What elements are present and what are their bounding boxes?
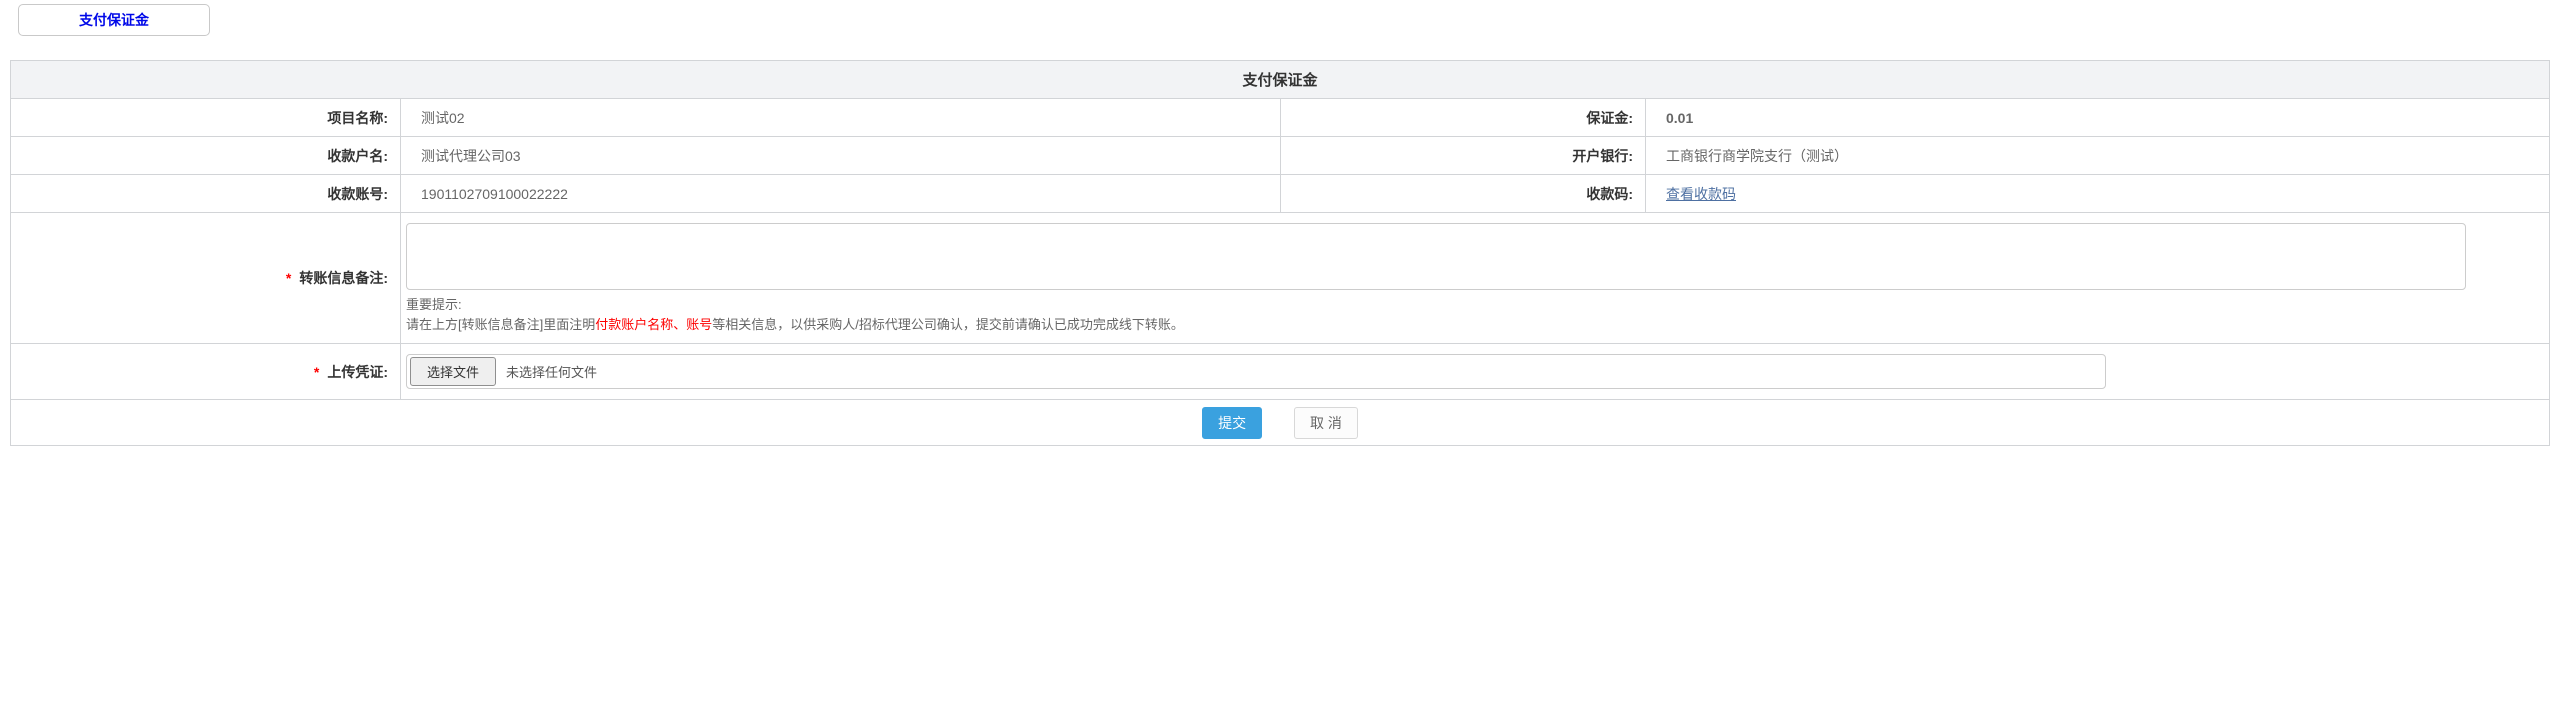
- account-number-label: 收款账号:: [11, 175, 401, 213]
- account-number-value: 1901102709100022222: [401, 175, 1281, 213]
- required-asterisk: *: [314, 364, 319, 380]
- required-asterisk: *: [286, 270, 291, 286]
- pay-deposit-panel: 支付保证金 项目名称: 测试02 保证金: 0.01 收款户名: 测试代理公司0…: [10, 60, 2550, 446]
- panel-title-row: 支付保证金: [11, 61, 2550, 99]
- no-file-selected-text: 未选择任何文件: [506, 362, 597, 381]
- deposit-value: 0.01: [1646, 99, 2550, 137]
- tab-pay-deposit[interactable]: 支付保证金: [18, 4, 210, 36]
- hint-text-post: 等相关信息，以供采购人/招标代理公司确认，提交前请确认已成功完成线下转账。: [712, 317, 1184, 332]
- table-row: 收款账号: 1901102709100022222 收款码: 查看收款码: [11, 175, 2550, 213]
- remark-label-cell: * 转账信息备注:: [11, 213, 401, 344]
- hint-text-pre: 请在上方[转账信息备注]里面注明: [406, 317, 595, 332]
- table-row: 收款户名: 测试代理公司03 开户银行: 工商银行商学院支行（测试）: [11, 137, 2550, 175]
- payee-name-value: 测试代理公司03: [401, 137, 1281, 175]
- upload-label-cell: * 上传凭证:: [11, 344, 401, 400]
- upload-label: 上传凭证:: [327, 364, 388, 380]
- table-row: 项目名称: 测试02 保证金: 0.01: [11, 99, 2550, 137]
- deposit-label: 保证金:: [1281, 99, 1646, 137]
- file-input-box[interactable]: 选择文件 未选择任何文件: [406, 354, 2106, 389]
- remark-textarea[interactable]: [406, 223, 2466, 290]
- payee-name-label: 收款户名:: [11, 137, 401, 175]
- hint-body: 请在上方[转账信息备注]里面注明付款账户名称、账号等相关信息，以供采购人/招标代…: [406, 315, 2549, 335]
- hint-text-highlight: 付款账户名称、账号: [595, 317, 712, 332]
- choose-file-button[interactable]: 选择文件: [410, 357, 496, 386]
- view-qrcode-link[interactable]: 查看收款码: [1666, 186, 1736, 202]
- remark-row: * 转账信息备注: 重要提示: 请在上方[转账信息备注]里面注明付款账户名称、账号…: [11, 213, 2550, 344]
- remark-label: 转账信息备注:: [299, 270, 388, 286]
- submit-button[interactable]: 提交: [1202, 407, 1262, 439]
- remark-hint: 重要提示: 请在上方[转账信息备注]里面注明付款账户名称、账号等相关信息，以供采…: [406, 295, 2549, 335]
- qrcode-label: 收款码:: [1281, 175, 1646, 213]
- cancel-button[interactable]: 取 消: [1294, 407, 1358, 439]
- hint-title: 重要提示:: [406, 295, 2549, 315]
- bank-value: 工商银行商学院支行（测试）: [1646, 137, 2550, 175]
- action-buttons-row: 提交 取 消: [11, 400, 2550, 446]
- bank-label: 开户银行:: [1281, 137, 1646, 175]
- project-name-label: 项目名称:: [11, 99, 401, 137]
- project-name-value: 测试02: [401, 99, 1281, 137]
- panel-title: 支付保证金: [11, 61, 2550, 99]
- upload-row: * 上传凭证: 选择文件 未选择任何文件: [11, 344, 2550, 400]
